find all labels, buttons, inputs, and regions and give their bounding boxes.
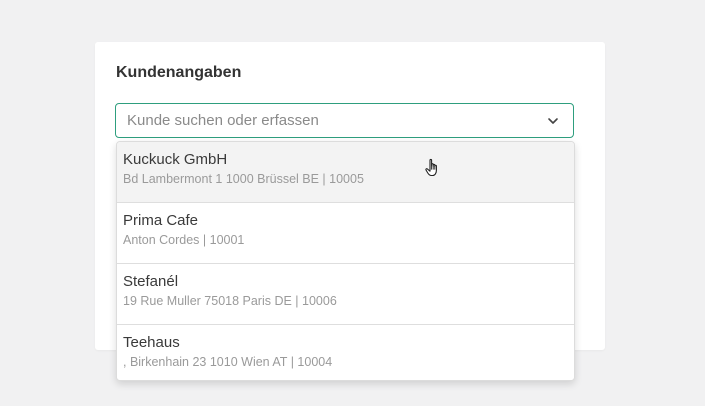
dropdown-option[interactable]: Teehaus , Birkenhain 23 1010 Wien AT | 1…: [117, 325, 574, 380]
customer-search-input[interactable]: [116, 104, 537, 137]
customer-dropdown-list: Kuckuck GmbH Bd Lambermont 1 1000 Brüsse…: [116, 141, 575, 381]
option-name: Prima Cafe: [123, 212, 199, 229]
dropdown-option[interactable]: Stefanél 19 Rue Muller 75018 Paris DE | …: [117, 264, 574, 325]
dropdown-option[interactable]: Kuckuck GmbH Bd Lambermont 1 1000 Brüsse…: [117, 142, 574, 203]
option-name: Stefanél: [123, 273, 179, 290]
card-title: Kundenangaben: [116, 64, 242, 81]
dropdown-option[interactable]: Prima Cafe Anton Cordes | 10001: [117, 203, 574, 264]
hand-pointer-icon: [424, 157, 442, 179]
option-name: Kuckuck GmbH: [123, 151, 228, 168]
option-name: Teehaus: [123, 334, 180, 351]
option-detail: Anton Cordes | 10001: [123, 233, 245, 247]
option-detail: 19 Rue Muller 75018 Paris DE | 10006: [123, 294, 337, 308]
option-detail: , Birkenhain 23 1010 Wien AT | 10004: [123, 355, 333, 369]
customer-search-combobox[interactable]: [115, 103, 574, 138]
chevron-down-icon[interactable]: [546, 114, 560, 128]
option-detail: Bd Lambermont 1 1000 Brüssel BE | 10005: [123, 172, 364, 186]
